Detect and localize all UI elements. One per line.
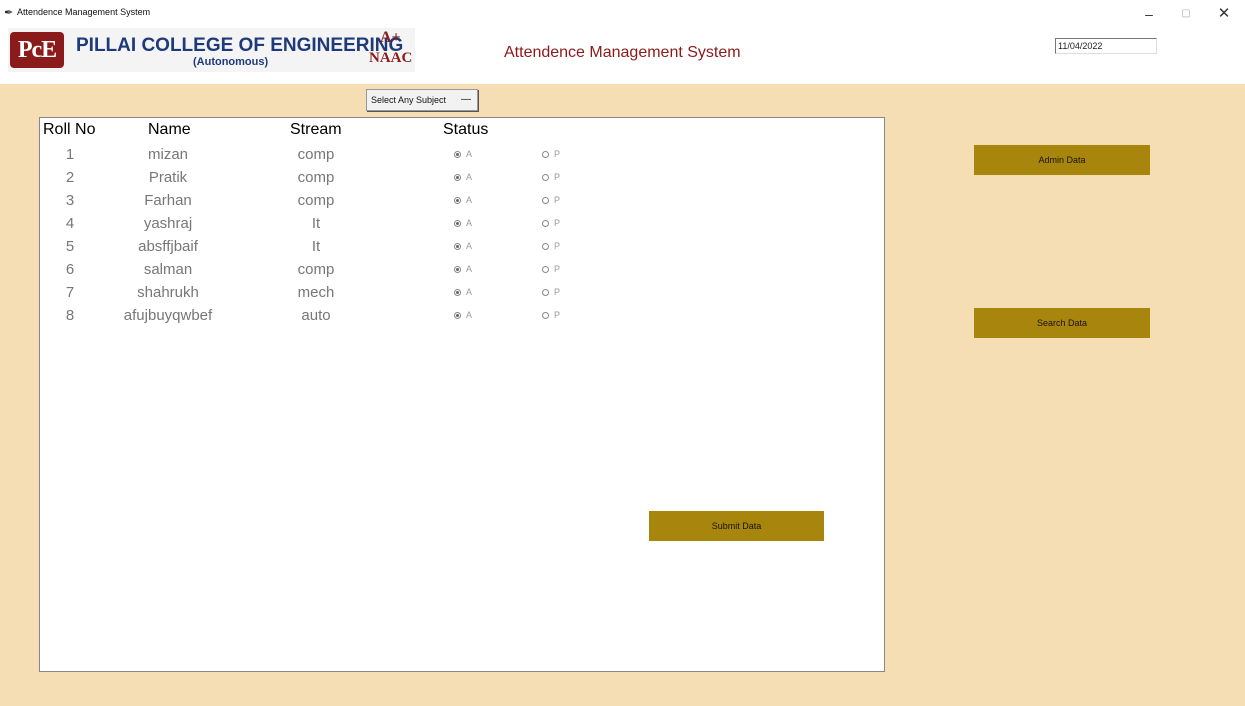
logo-mark: PcE [10,32,64,68]
roll-cell: 5 [65,238,75,255]
present-radio[interactable]: P [542,218,560,228]
naac-label: NAAC [369,50,413,66]
name-cell: mizan [147,146,189,163]
search-data-button[interactable]: Search Data [974,308,1150,338]
roll-cell: 8 [65,307,75,324]
maximize-button[interactable]: ▢ [1174,4,1198,24]
stream-cell: comp [297,192,335,209]
date-field[interactable] [1055,38,1157,54]
absent-radio[interactable]: A [454,149,472,159]
admin-data-button[interactable]: Admin Data [974,145,1150,175]
present-radio[interactable]: P [542,310,560,320]
present-radio[interactable]: P [542,287,560,297]
absent-radio[interactable]: A [454,310,472,320]
name-cell: shahrukh [137,284,199,301]
name-cell: absffjbaif [138,238,198,255]
header: PcE PILLAI COLLEGE OF ENGINEERING (Auton… [0,28,1245,84]
name-cell: afujbuyqwbef [123,307,213,324]
minimize-button[interactable]: – [1137,4,1161,24]
college-name: PILLAI COLLEGE OF ENGINEERING [76,35,404,56]
present-radio[interactable]: P [542,149,560,159]
close-button[interactable]: ✕ [1212,4,1236,24]
table-row: 8 afujbuyqwbef auto A P [40,307,886,329]
college-logo: PcE PILLAI COLLEGE OF ENGINEERING (Auton… [8,28,415,72]
title-bar: ✒ Attendence Management System – ▢ ✕ [0,0,1245,28]
roll-cell: 7 [65,284,75,301]
roll-cell: 6 [65,261,75,278]
absent-radio[interactable]: A [454,172,472,182]
stream-cell: comp [297,169,335,186]
roll-cell: 3 [65,192,75,209]
roll-cell: 1 [65,146,75,163]
absent-radio[interactable]: A [454,241,472,251]
absent-radio[interactable]: A [454,195,472,205]
stream-cell: It [311,238,321,255]
table-row: 5 absffjbaif It A P [40,238,886,260]
table-row: 6 salman comp A P [40,261,886,283]
name-cell: Pratik [148,169,188,186]
absent-radio[interactable]: A [454,218,472,228]
present-radio[interactable]: P [542,172,560,182]
stream-cell: mech [297,284,335,301]
feather-icon: ✒ [4,7,14,19]
stream-cell: auto [301,307,331,324]
college-subtitle: (Autonomous) [193,56,269,68]
table-row: 4 yashraj It A P [40,215,886,237]
table-row: 3 Farhan comp A P [40,192,886,214]
window-title: Attendence Management System [17,7,151,17]
app-title: Attendence Management System [504,44,741,61]
attendance-table: Roll No Name Stream Status 1 mizan comp … [39,117,885,672]
dropdown-icon: — [461,94,471,105]
subject-select[interactable]: Select Any Subject — [366,89,478,111]
stream-cell: It [311,215,321,232]
absent-radio[interactable]: A [454,264,472,274]
header-name: Name [148,121,191,138]
roll-cell: 2 [65,169,75,186]
absent-radio[interactable]: A [454,287,472,297]
name-cell: yashraj [143,215,193,232]
naac-grade: A+ [380,29,401,46]
table-row: 2 Pratik comp A P [40,169,886,191]
header-stream: Stream [290,121,342,138]
table-row: 1 mizan comp A P [40,146,886,168]
present-radio[interactable]: P [542,195,560,205]
table-row: 7 shahrukh mech A P [40,284,886,306]
main-panel: Select Any Subject — Roll No Name Stream… [0,84,1245,706]
submit-data-button[interactable]: Submit Data [649,511,824,541]
name-cell: Farhan [144,192,192,209]
header-status: Status [443,121,489,138]
present-radio[interactable]: P [542,264,560,274]
roll-cell: 4 [65,215,75,232]
name-cell: salman [143,261,193,278]
header-roll: Roll No [43,121,96,138]
stream-cell: comp [297,261,335,278]
stream-cell: comp [297,146,335,163]
subject-select-label: Select Any Subject [371,95,447,105]
present-radio[interactable]: P [542,241,560,251]
